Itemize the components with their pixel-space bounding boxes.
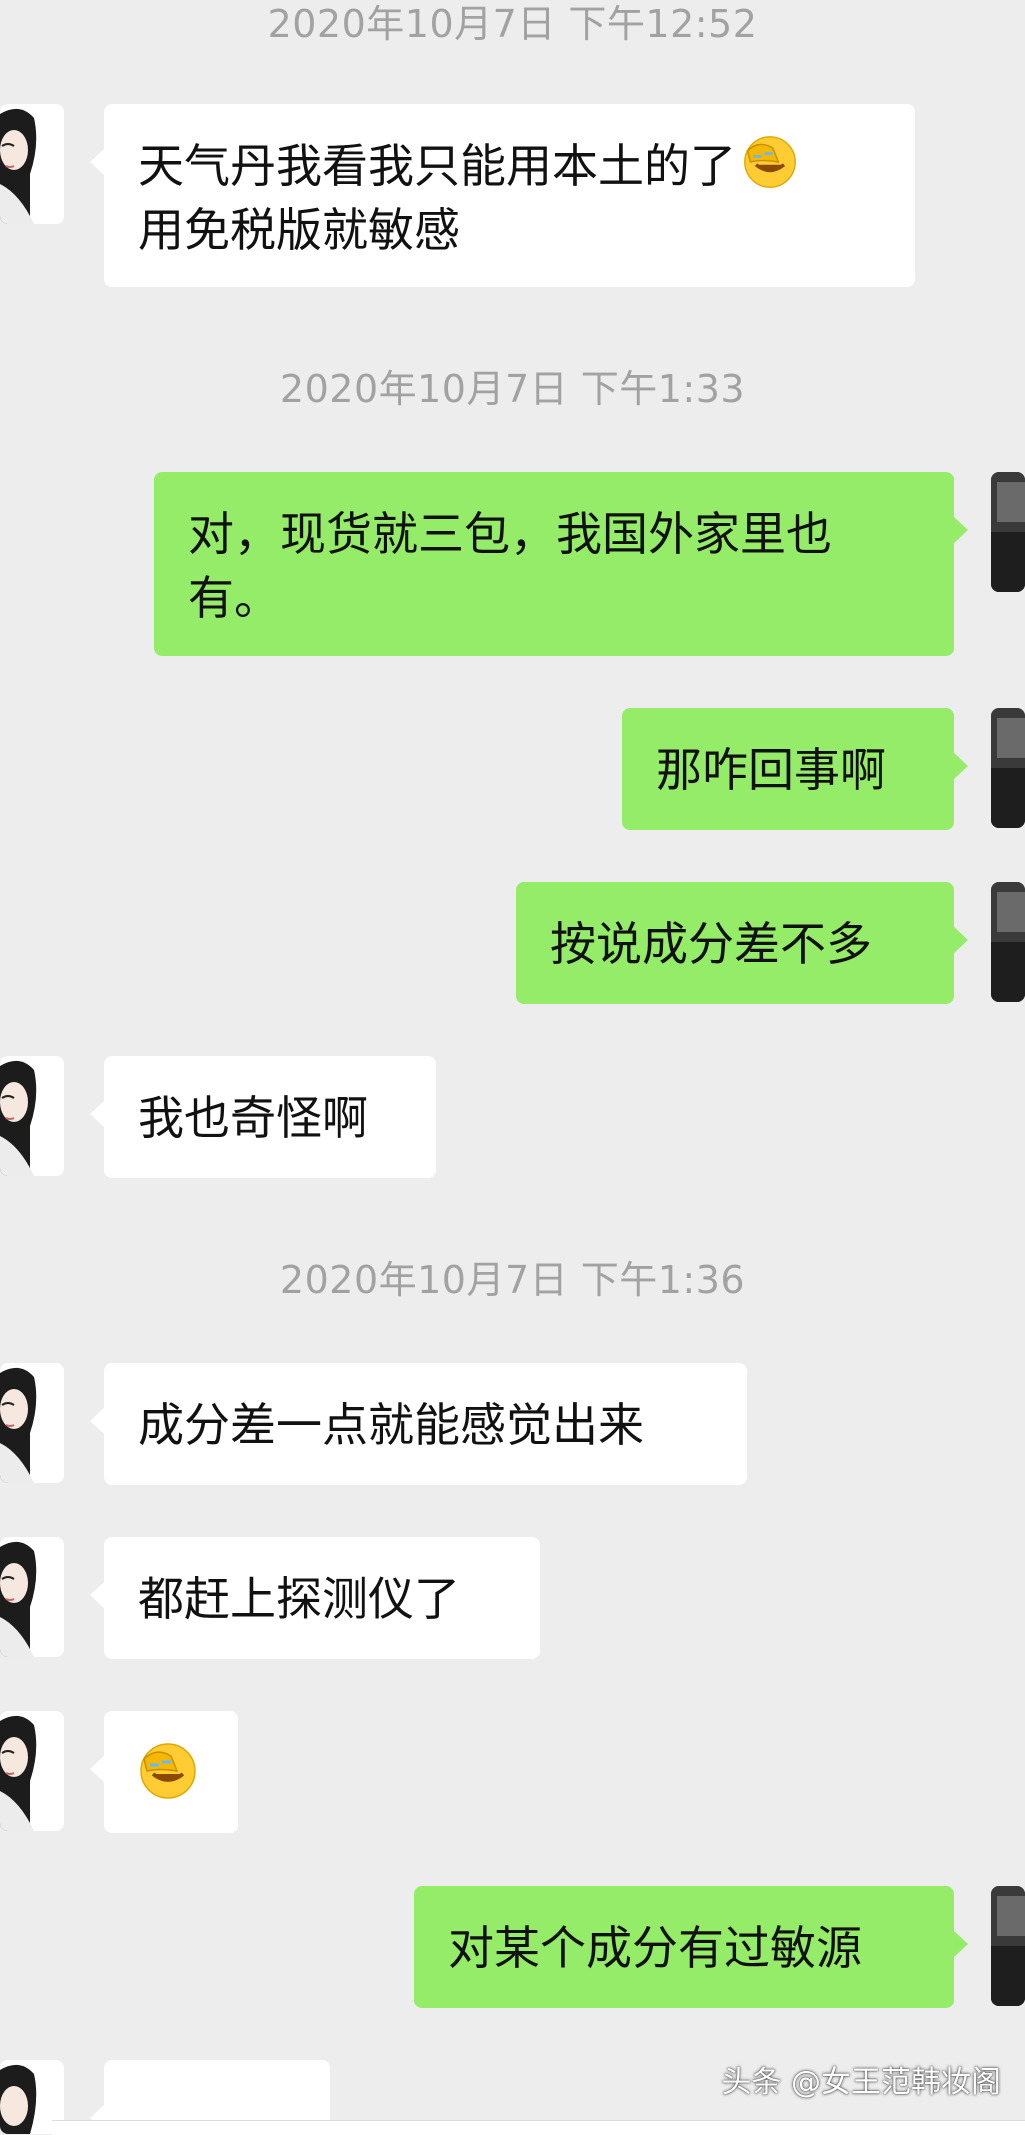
- avatar-photo: [991, 472, 1025, 592]
- message-text: 有。: [188, 571, 280, 625]
- received-emoji-bubble[interactable]: [90, 1711, 238, 1833]
- avatar-illustration: [0, 1363, 64, 1483]
- watermark-text: 头条 @女王范韩妆阁: [721, 2065, 1001, 2100]
- sent-message-bubble[interactable]: 按说成分差不多: [516, 882, 968, 1004]
- message-text: 用免税版就敏感: [138, 203, 460, 257]
- received-message-bubble[interactable]: 成分差一点就能感觉出来: [90, 1363, 747, 1485]
- avatar-illustration: [0, 1711, 64, 1831]
- avatar-photo: [991, 708, 1025, 828]
- timestamp: 2020年10月7日 下午12:52: [267, 2, 758, 46]
- avatar-photo: [991, 882, 1025, 1002]
- message-text: 对，现货就三包，我国外家里也: [188, 507, 832, 561]
- received-message-bubble[interactable]: 天气丹我看我只能用本土的了 用免税版就敏感: [90, 104, 915, 287]
- message-text: 对某个成分有过敏源: [448, 1921, 862, 1975]
- message-text: 那咋回事啊: [656, 743, 886, 797]
- contact-avatar[interactable]: [0, 104, 64, 224]
- contact-avatar[interactable]: [0, 1056, 64, 1176]
- avatar-illustration: [0, 1056, 64, 1176]
- message-text: 成分差一点就能感觉出来: [138, 1398, 644, 1452]
- received-message-bubble[interactable]: 我也奇怪啊: [90, 1056, 436, 1178]
- contact-avatar[interactable]: [0, 1711, 64, 1831]
- user-avatar[interactable]: [991, 882, 1025, 1002]
- user-avatar[interactable]: [991, 708, 1025, 828]
- sent-message-bubble[interactable]: 对某个成分有过敏源: [414, 1886, 968, 2008]
- received-message-bubble[interactable]: 都赶上探测仪了: [90, 1537, 540, 1659]
- contact-avatar[interactable]: [0, 1363, 64, 1483]
- timestamp: 2020年10月7日 下午1:33: [279, 367, 746, 411]
- sent-message-bubble[interactable]: 对，现货就三包，我国外家里也 有。: [154, 472, 968, 656]
- avatar-illustration: [0, 104, 64, 224]
- sent-message-bubble[interactable]: 那咋回事啊: [622, 708, 968, 830]
- message-text: 我也奇怪啊: [138, 1091, 368, 1145]
- contact-avatar[interactable]: [0, 1537, 64, 1657]
- user-avatar[interactable]: [991, 1886, 1025, 2006]
- facepalm-emoji-icon: [140, 1743, 196, 1799]
- facepalm-emoji-icon: [744, 136, 796, 188]
- input-bar: [52, 2120, 1025, 2135]
- message-text: 都赶上探测仪了: [138, 1572, 460, 1626]
- avatar-photo: [991, 1886, 1025, 2006]
- timestamp: 2020年10月7日 下午1:36: [279, 1258, 746, 1302]
- message-text: 天气丹我看我只能用本土的了: [138, 139, 736, 193]
- message-text: 按说成分差不多: [550, 917, 872, 971]
- avatar-illustration: [0, 1537, 64, 1657]
- user-avatar[interactable]: [991, 472, 1025, 592]
- chat-area[interactable]: 2020年10月7日 下午12:52 天气丹我看我只能用本土的了 用免税版就敏感…: [0, 0, 1025, 2135]
